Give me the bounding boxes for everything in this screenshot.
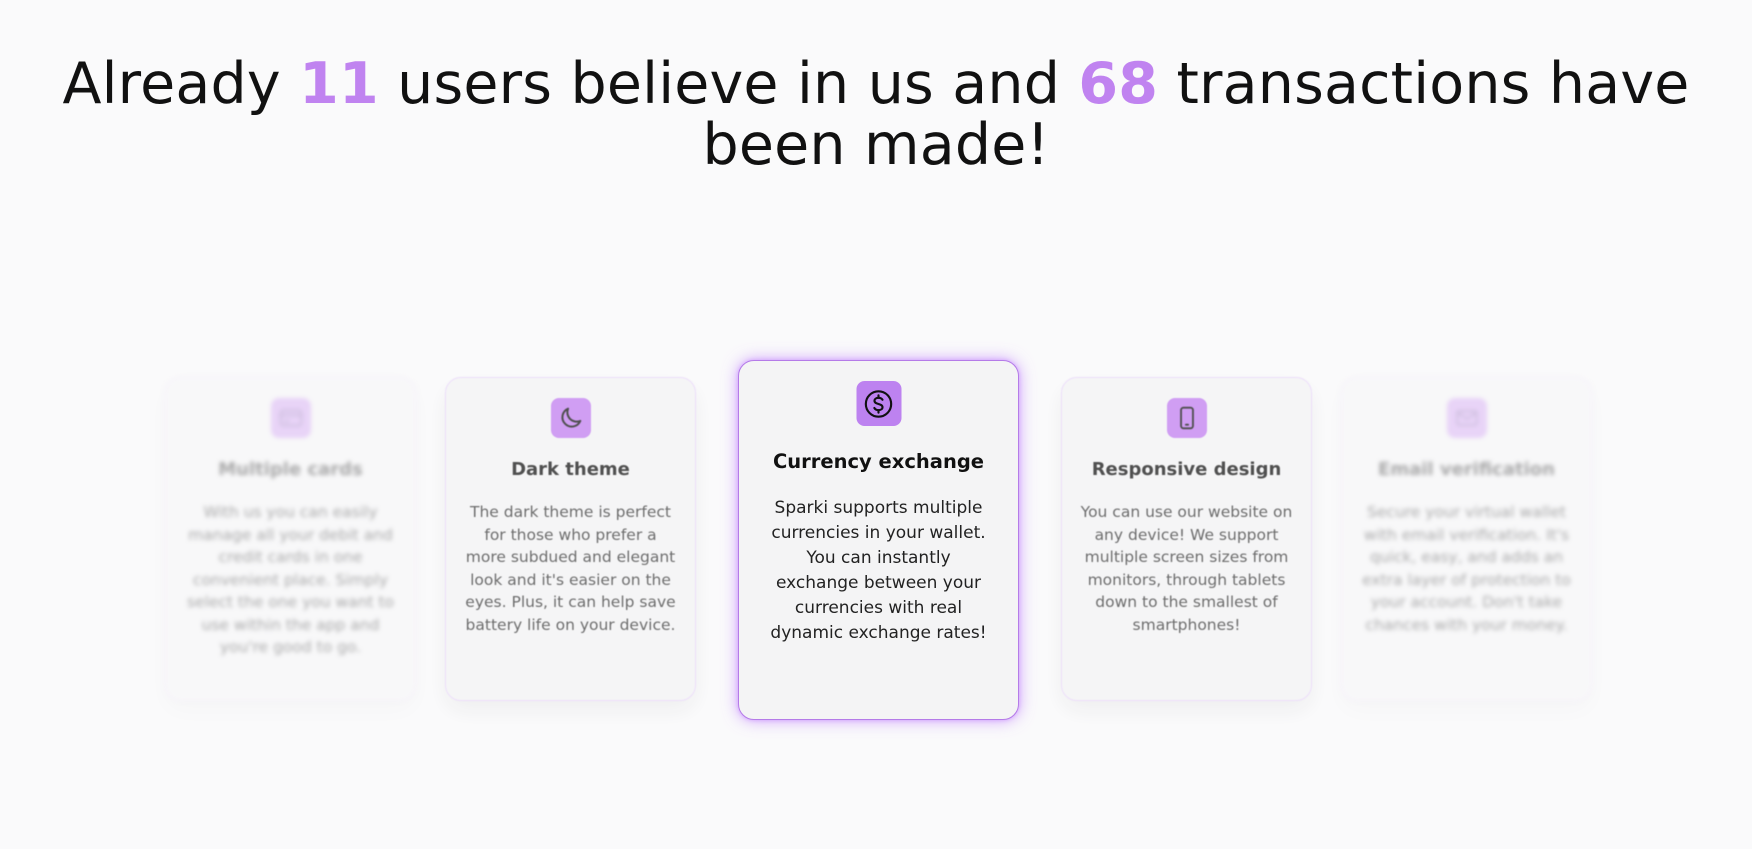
stats-headline: Already 11 users believe in us and 68 tr… bbox=[0, 54, 1752, 176]
feature-description: You can use our website on any device! W… bbox=[1080, 503, 1293, 634]
smartphone-icon bbox=[1166, 398, 1207, 438]
feature-description: With us you can easily manage all your d… bbox=[186, 503, 395, 656]
feature-card-currency-exchange[interactable]: Currency exchange Sparki supports multip… bbox=[738, 360, 1019, 720]
feature-description: Sparki supports multiple currencies in y… bbox=[770, 498, 987, 643]
credit-card-icon bbox=[270, 398, 311, 438]
transactions-count: 68 bbox=[1078, 51, 1159, 117]
feature-title: Multiple cards bbox=[218, 459, 363, 480]
headline-text-2: users believe in us and bbox=[378, 51, 1079, 117]
feature-title: Currency exchange bbox=[772, 450, 985, 473]
moon-icon bbox=[550, 398, 591, 438]
feature-title: Email verification bbox=[1378, 459, 1555, 480]
feature-description: Secure your virtual wallet with email ve… bbox=[1362, 503, 1571, 634]
feature-card-email-verification[interactable]: Email verification Secure your virtual w… bbox=[1341, 377, 1592, 701]
feature-card-dark-theme[interactable]: Dark theme The dark theme is perfect for… bbox=[445, 377, 696, 701]
feature-description: The dark theme is perfect for those who … bbox=[465, 503, 676, 634]
feature-title: Responsive design bbox=[1091, 459, 1282, 480]
headline-text-1: Already bbox=[62, 51, 300, 117]
feature-card-responsive-design[interactable]: Responsive design You can use our websit… bbox=[1061, 377, 1312, 701]
users-count: 11 bbox=[299, 51, 379, 117]
dollar-coin-icon bbox=[856, 381, 901, 426]
feature-title: Dark theme bbox=[511, 459, 630, 480]
envelope-icon bbox=[1446, 398, 1487, 438]
feature-card-multiple-cards[interactable]: Multiple cards With us you can easily ma… bbox=[165, 377, 416, 701]
